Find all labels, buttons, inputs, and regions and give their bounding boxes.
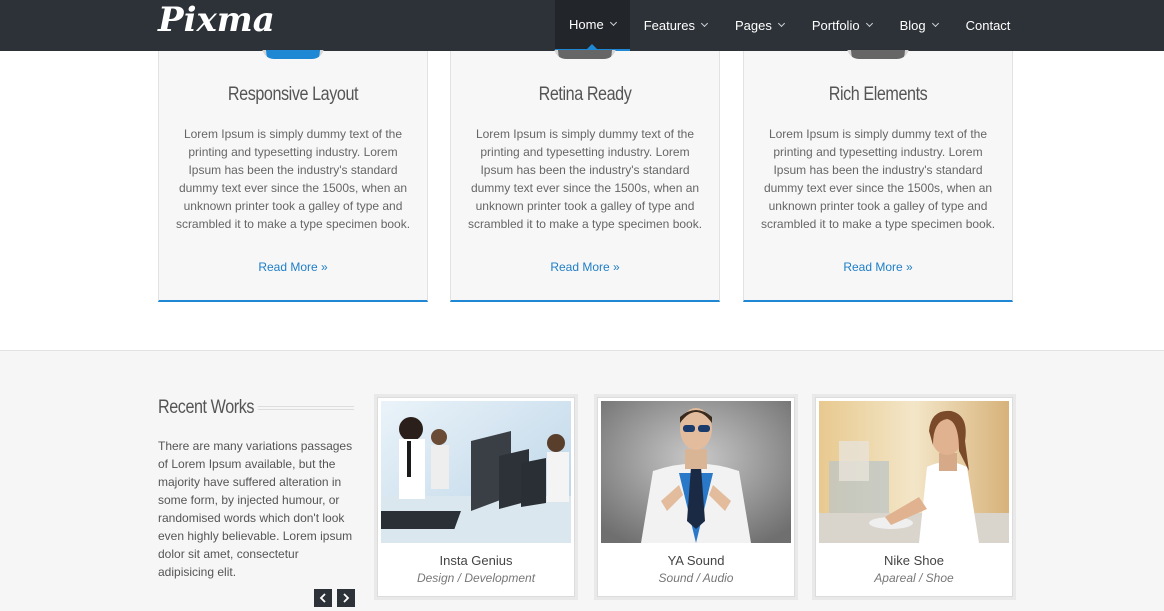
nav-home-label: Home <box>569 17 604 32</box>
chevron-right-icon <box>343 593 350 603</box>
portfolio-category: Apareal / Shoe <box>874 571 954 585</box>
read-more-link[interactable]: Read More » <box>451 260 719 274</box>
feature-icon-circle <box>262 47 324 59</box>
nav-features-label: Features <box>643 18 695 33</box>
feature-box-responsive: Responsive Layout Lorem Ipsum is simply … <box>158 50 428 302</box>
portfolio-category: Sound / Audio <box>658 571 734 585</box>
nav-contact-label: Contact <box>965 18 1011 33</box>
feature-title: Responsive Layout <box>227 84 359 105</box>
read-more-link[interactable]: Read More » <box>159 260 427 274</box>
feature-box-retina: Retina Ready Lorem Ipsum is simply dummy… <box>450 50 720 302</box>
nav-home[interactable]: Home <box>555 0 630 51</box>
portfolio-image <box>601 401 791 543</box>
feature-icon-circle <box>554 47 616 59</box>
chevron-down-icon <box>931 19 939 28</box>
chevron-down-icon <box>865 19 873 28</box>
feature-title: Rich Elements <box>828 84 928 105</box>
portfolio-name: YA Sound <box>667 553 725 568</box>
nav-features[interactable]: Features <box>630 0 721 51</box>
portfolio-name: Insta Genius <box>439 553 513 568</box>
nav-pages-label: Pages <box>735 18 772 33</box>
portfolio-card[interactable]: Nike Shoe Apareal / Shoe <box>812 394 1016 600</box>
feature-icon-circle <box>847 47 909 59</box>
section-title: Recent Works <box>158 397 255 418</box>
chevron-down-icon <box>777 19 785 28</box>
read-more-link[interactable]: Read More » <box>744 260 1012 274</box>
chevron-left-icon <box>319 593 326 603</box>
nav-portfolio[interactable]: Portfolio <box>798 0 886 51</box>
chevron-down-icon <box>609 18 617 27</box>
portfolio-category: Design / Development <box>416 571 536 585</box>
nav-pages[interactable]: Pages <box>721 0 798 51</box>
section-description: There are many variations passages of Lo… <box>158 439 353 579</box>
portfolio-image <box>381 401 571 543</box>
carousel-next-button[interactable] <box>337 589 355 607</box>
logo[interactable]: Pixma <box>158 0 275 40</box>
feature-title: Retina Ready <box>538 84 632 105</box>
feature-text: Lorem Ipsum is simply dummy text of the … <box>467 127 703 231</box>
site-header: Pixma Home Features Pages Portfolio Blog… <box>0 0 1164 51</box>
feature-text: Lorem Ipsum is simply dummy text of the … <box>175 127 411 231</box>
nav-portfolio-label: Portfolio <box>811 18 860 33</box>
nav-blog-label: Blog <box>899 18 926 33</box>
main-nav: Home Features Pages Portfolio Blog Conta… <box>555 0 1024 51</box>
feature-text: Lorem Ipsum is simply dummy text of the … <box>760 127 996 231</box>
carousel-prev-button[interactable] <box>314 589 332 607</box>
portfolio-card[interactable]: Insta Genius Design / Development <box>374 394 578 600</box>
portfolio-name: Nike Shoe <box>884 553 944 568</box>
title-divider <box>258 406 354 410</box>
chevron-down-icon <box>700 19 709 28</box>
feature-box-rich-elements: Rich Elements Lorem Ipsum is simply dumm… <box>743 50 1013 302</box>
nav-contact[interactable]: Contact <box>952 0 1025 51</box>
recent-works-section: Recent Works There are many variations p… <box>0 350 1164 611</box>
portfolio-image <box>819 401 1009 543</box>
nav-blog[interactable]: Blog <box>886 0 952 51</box>
portfolio-card[interactable]: YA Sound Sound / Audio <box>594 394 798 600</box>
